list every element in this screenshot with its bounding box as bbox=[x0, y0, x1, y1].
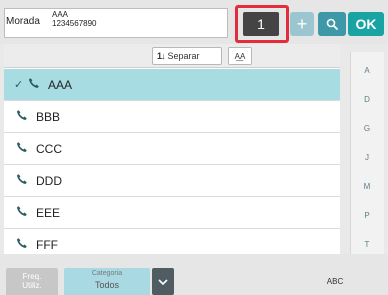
category-value: Todos bbox=[94, 280, 120, 290]
index-letter[interactable]: D bbox=[350, 95, 384, 104]
index-sidebar bbox=[350, 52, 384, 288]
sort-button[interactable]: 1↓ Separar bbox=[152, 47, 222, 65]
frequent-use-line1: Freq. bbox=[22, 272, 42, 281]
frequent-use-line2: Utiliz. bbox=[22, 281, 42, 290]
search-icon bbox=[326, 18, 338, 30]
contact-name: BBB bbox=[36, 109, 61, 124]
destination-count-button[interactable]: 1 bbox=[243, 12, 279, 36]
address-label: Morada bbox=[6, 16, 40, 27]
abc-index-button[interactable]: ABC bbox=[324, 272, 346, 290]
contact-name: FFF bbox=[36, 237, 58, 252]
chevron-down-icon bbox=[158, 278, 168, 285]
contact-row[interactable]: ✓ AAA bbox=[4, 69, 340, 101]
sort-alphabet-button[interactable]: A͟A bbox=[228, 47, 252, 65]
ok-button[interactable]: OK bbox=[348, 12, 384, 36]
phone-icon bbox=[16, 204, 30, 222]
index-letter[interactable]: M bbox=[350, 182, 384, 191]
index-letter[interactable]: A bbox=[350, 66, 384, 75]
phone-icon bbox=[16, 172, 30, 190]
phone-icon bbox=[16, 108, 30, 126]
category-dropdown-button[interactable] bbox=[152, 268, 174, 295]
contact-row[interactable]: DDD bbox=[4, 165, 340, 197]
phone-icon bbox=[28, 76, 42, 94]
index-letter[interactable]: J bbox=[350, 153, 384, 162]
contact-name: CCC bbox=[36, 141, 62, 156]
frequent-use-tab[interactable]: Freq. Utiliz. bbox=[6, 268, 58, 295]
plus-icon: + bbox=[296, 13, 308, 34]
sort-button-label: Separar bbox=[167, 51, 200, 61]
contact-row[interactable]: EEE bbox=[4, 197, 340, 229]
index-letter[interactable]: T bbox=[350, 240, 384, 249]
address-number: 1234567890 bbox=[52, 19, 97, 28]
address-name: AAA bbox=[52, 10, 69, 19]
sort-order-icon: 1↓ bbox=[157, 51, 165, 61]
contact-row[interactable]: CCC bbox=[4, 133, 340, 165]
index-letter[interactable]: G bbox=[350, 124, 384, 133]
add-button[interactable]: + bbox=[290, 12, 314, 36]
checkmark-icon: ✓ bbox=[14, 79, 24, 91]
phone-icon bbox=[16, 140, 30, 158]
search-button[interactable] bbox=[318, 12, 346, 36]
index-letter[interactable]: P bbox=[350, 211, 384, 220]
contact-name: AAA bbox=[48, 77, 73, 92]
contact-name: EEE bbox=[36, 205, 61, 220]
contact-row[interactable]: BBB bbox=[4, 101, 340, 133]
category-label: Categoria bbox=[91, 270, 123, 277]
phone-icon bbox=[16, 236, 30, 254]
contact-name: DDD bbox=[36, 173, 62, 188]
